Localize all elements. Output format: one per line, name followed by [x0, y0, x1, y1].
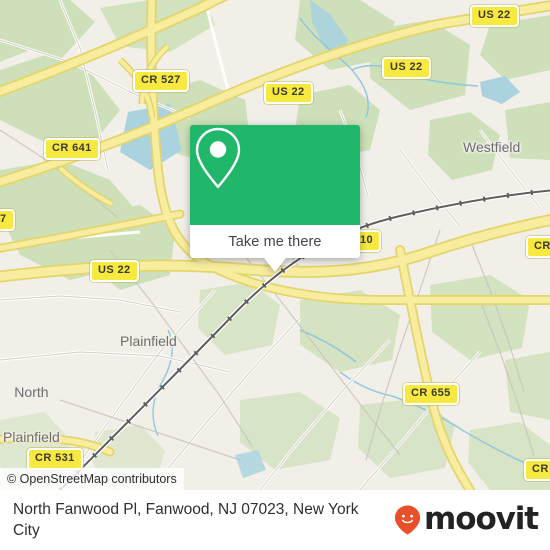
footer-bar: North Fanwood Pl, Fanwood, NJ 07023, New…: [0, 490, 550, 550]
moovit-wordmark: moovit: [424, 500, 539, 537]
osm-attribution[interactable]: © OpenStreetMap contributors: [0, 468, 184, 490]
road-shield-cr655: CR 655: [403, 383, 459, 405]
place-label-line: North: [14, 384, 49, 400]
popup-header: [190, 125, 360, 225]
road-shield-cr-partial: CR: [526, 236, 550, 258]
road-shield-us22: US 22: [90, 260, 139, 282]
map-pin-icon: [195, 127, 241, 189]
location-popup-card[interactable]: Take me there: [190, 125, 360, 272]
popup-pointer-tail: [264, 258, 286, 272]
take-me-there-button[interactable]: Take me there: [190, 225, 360, 258]
place-label-plainfield: Plainfield: [120, 333, 177, 349]
map-canvas[interactable]: Westfield Plainfield North Plainfield US…: [0, 0, 550, 490]
road-shield-us22: US 22: [382, 57, 431, 79]
road-shield-cr641: CR 641: [44, 138, 100, 160]
take-me-there-label: Take me there: [228, 233, 322, 250]
address-text: North Fanwood Pl, Fanwood, NJ 07023, New…: [13, 501, 359, 539]
moovit-pin-smiley-icon: [394, 505, 421, 535]
road-shield-cr6-partial: CR 6: [524, 459, 550, 481]
road-shield-7-partial: 7: [0, 209, 15, 231]
road-shield-cr527: CR 527: [133, 70, 189, 92]
moovit-map-screen: Westfield Plainfield North Plainfield US…: [0, 0, 550, 550]
road-shield-us22: US 22: [470, 5, 519, 27]
place-label-line: Plainfield: [3, 429, 60, 445]
road-shield-cr531: CR 531: [27, 448, 83, 470]
moovit-logo[interactable]: moovit: [394, 500, 550, 537]
road-shield-us22: US 22: [264, 82, 313, 104]
place-label-westfield: Westfield: [463, 139, 521, 155]
